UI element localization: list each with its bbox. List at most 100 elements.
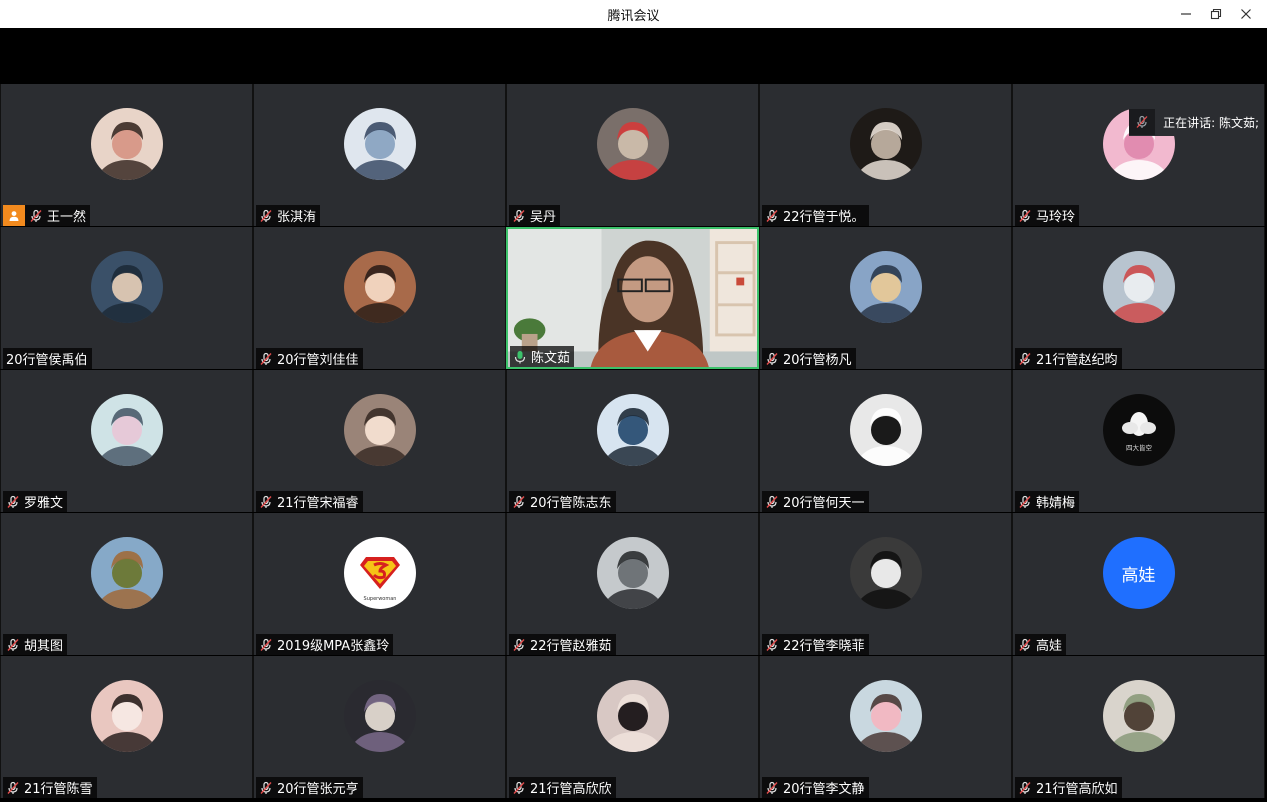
participant-name: 22行管赵雅茹	[530, 639, 612, 654]
avatar	[90, 394, 163, 466]
speaking-text: 正在讲话: 陈文茹;	[1163, 115, 1259, 130]
participant-name: 胡其图	[24, 639, 64, 654]
participant-name: 王一然	[47, 210, 87, 225]
avatar	[90, 108, 163, 180]
avatar	[343, 108, 416, 180]
muted-mic-icon	[259, 352, 273, 366]
host-icon	[3, 205, 25, 226]
avatar	[90, 537, 163, 609]
participant-tile[interactable]: 20行管杨凡	[759, 227, 1012, 369]
participant-tile[interactable]: 20行管刘佳佳	[253, 227, 506, 369]
participant-name: 22行管于悦。	[783, 210, 865, 225]
name-tag: 张淇洧	[256, 205, 321, 226]
name-tag: 胡其图	[3, 634, 68, 655]
avatar	[343, 251, 416, 323]
participant-tile[interactable]: 陈文茹	[506, 227, 759, 369]
muted-mic-icon	[259, 495, 273, 509]
participant-tile[interactable]: 20行管李文静	[759, 656, 1012, 798]
muted-mic-icon	[1018, 781, 1032, 795]
name-tag: 21行管宋福睿	[256, 491, 363, 512]
muted-mic-icon	[512, 638, 526, 652]
participant-name: 21行管赵纪昀	[1036, 353, 1118, 368]
restore-icon	[1210, 8, 1222, 20]
avatar	[343, 394, 416, 466]
participant-tile[interactable]: 21行管高欣欣	[506, 656, 759, 798]
title-bar: 腾讯会议	[0, 0, 1267, 28]
avatar	[849, 108, 922, 180]
name-tag: 22行管于悦。	[762, 205, 869, 226]
name-tag: 吴丹	[509, 205, 561, 226]
avatar	[596, 108, 669, 180]
participant-tile[interactable]: 22行管于悦。	[759, 84, 1012, 226]
muted-mic-icon	[512, 209, 526, 223]
name-tag: 20行管张元亨	[256, 777, 363, 798]
muted-mic-icon	[1018, 495, 1032, 509]
participant-grid: 王一然 张淇洧 吴丹 22行管于悦。 马玲玲 20行管侯禹伯 20行管刘佳佳 陈文茹 20行管杨…	[0, 84, 1267, 798]
avatar	[849, 537, 922, 609]
window-controls	[1171, 0, 1261, 28]
name-tag: 20行管李文静	[762, 777, 869, 798]
participant-tile[interactable]: 20行管张元亨	[253, 656, 506, 798]
name-tag: 21行管陈雪	[3, 777, 97, 798]
participant-name: 20行管陈志东	[530, 496, 612, 511]
name-tag: 2019级MPA张鑫玲	[256, 634, 394, 655]
muted-mic-icon	[765, 209, 779, 223]
name-tag: 22行管赵雅茹	[509, 634, 616, 655]
name-tag: 20行管侯禹伯	[3, 348, 92, 369]
name-tag: 21行管高欣如	[1015, 777, 1122, 798]
muted-mic-icon	[765, 495, 779, 509]
avatar-caption: 四大皆空	[1126, 443, 1153, 452]
minimize-button[interactable]	[1171, 0, 1201, 28]
participant-tile[interactable]: 张淇洧	[253, 84, 506, 226]
name-tag: 20行管杨凡	[762, 348, 856, 369]
muted-mic-icon	[29, 209, 43, 223]
muted-mic-icon	[259, 638, 273, 652]
participant-name: 21行管宋福睿	[277, 496, 359, 511]
muted-mic-icon	[6, 781, 20, 795]
muted-mic-icon	[1018, 638, 1032, 652]
participant-tile[interactable]: 胡其图	[0, 513, 253, 655]
avatar	[596, 394, 669, 466]
name-tag: 马玲玲	[1015, 205, 1080, 226]
name-tag: 20行管陈志东	[509, 491, 616, 512]
restore-button[interactable]	[1201, 0, 1231, 28]
avatar	[849, 680, 922, 752]
participant-name: 20行管张元亨	[277, 782, 359, 797]
participant-tile[interactable]: 吴丹	[506, 84, 759, 226]
participant-tile[interactable]: 21行管陈雪	[0, 656, 253, 798]
muted-mic-icon	[765, 352, 779, 366]
participant-tile[interactable]: 21行管高欣如	[1012, 656, 1265, 798]
window-title: 腾讯会议	[607, 8, 660, 24]
participant-name: 22行管李晓菲	[783, 639, 865, 654]
muted-mic-icon	[6, 638, 20, 652]
participant-tile[interactable]: 22行管李晓菲	[759, 513, 1012, 655]
mic-active-icon	[513, 350, 527, 364]
avatar	[596, 680, 669, 752]
participant-tile[interactable]: 20行管何天一	[759, 370, 1012, 512]
participant-tile[interactable]: 高娃 高娃	[1012, 513, 1265, 655]
muted-mic-icon	[259, 209, 273, 223]
minimize-icon	[1181, 13, 1191, 15]
participant-tile[interactable]: 罗雅文	[0, 370, 253, 512]
participant-tile[interactable]: Superwoman 2019级MPA张鑫玲	[253, 513, 506, 655]
participant-tile[interactable]: 四大皆空韩婧梅	[1012, 370, 1265, 512]
participant-tile[interactable]: 王一然	[0, 84, 253, 226]
name-tag: 陈文茹	[510, 346, 575, 367]
participant-tile[interactable]: 20行管侯禹伯	[0, 227, 253, 369]
muted-mic-icon	[6, 495, 20, 509]
avatar: Superwoman	[343, 537, 416, 609]
participant-tile[interactable]: 20行管陈志东	[506, 370, 759, 512]
muted-mic-icon	[765, 638, 779, 652]
name-tag: 王一然	[3, 205, 91, 226]
participant-name: 马玲玲	[1036, 210, 1076, 225]
participant-name: 高娃	[1036, 639, 1063, 654]
participant-tile[interactable]: 21行管赵纪昀	[1012, 227, 1265, 369]
close-button[interactable]	[1231, 0, 1261, 28]
participant-name: 21行管高欣如	[1036, 782, 1118, 797]
speaking-indicator: 正在讲话: 陈文茹;	[1129, 108, 1263, 136]
participant-tile[interactable]: 马玲玲	[1012, 84, 1265, 226]
participant-tile[interactable]: 21行管宋福睿	[253, 370, 506, 512]
name-tag: 韩婧梅	[1015, 491, 1080, 512]
participant-tile[interactable]: 22行管赵雅茹	[506, 513, 759, 655]
meeting-stage: 王一然 张淇洧 吴丹 22行管于悦。 马玲玲 20行管侯禹伯 20行管刘佳佳 陈文茹 20行管杨…	[0, 28, 1267, 802]
